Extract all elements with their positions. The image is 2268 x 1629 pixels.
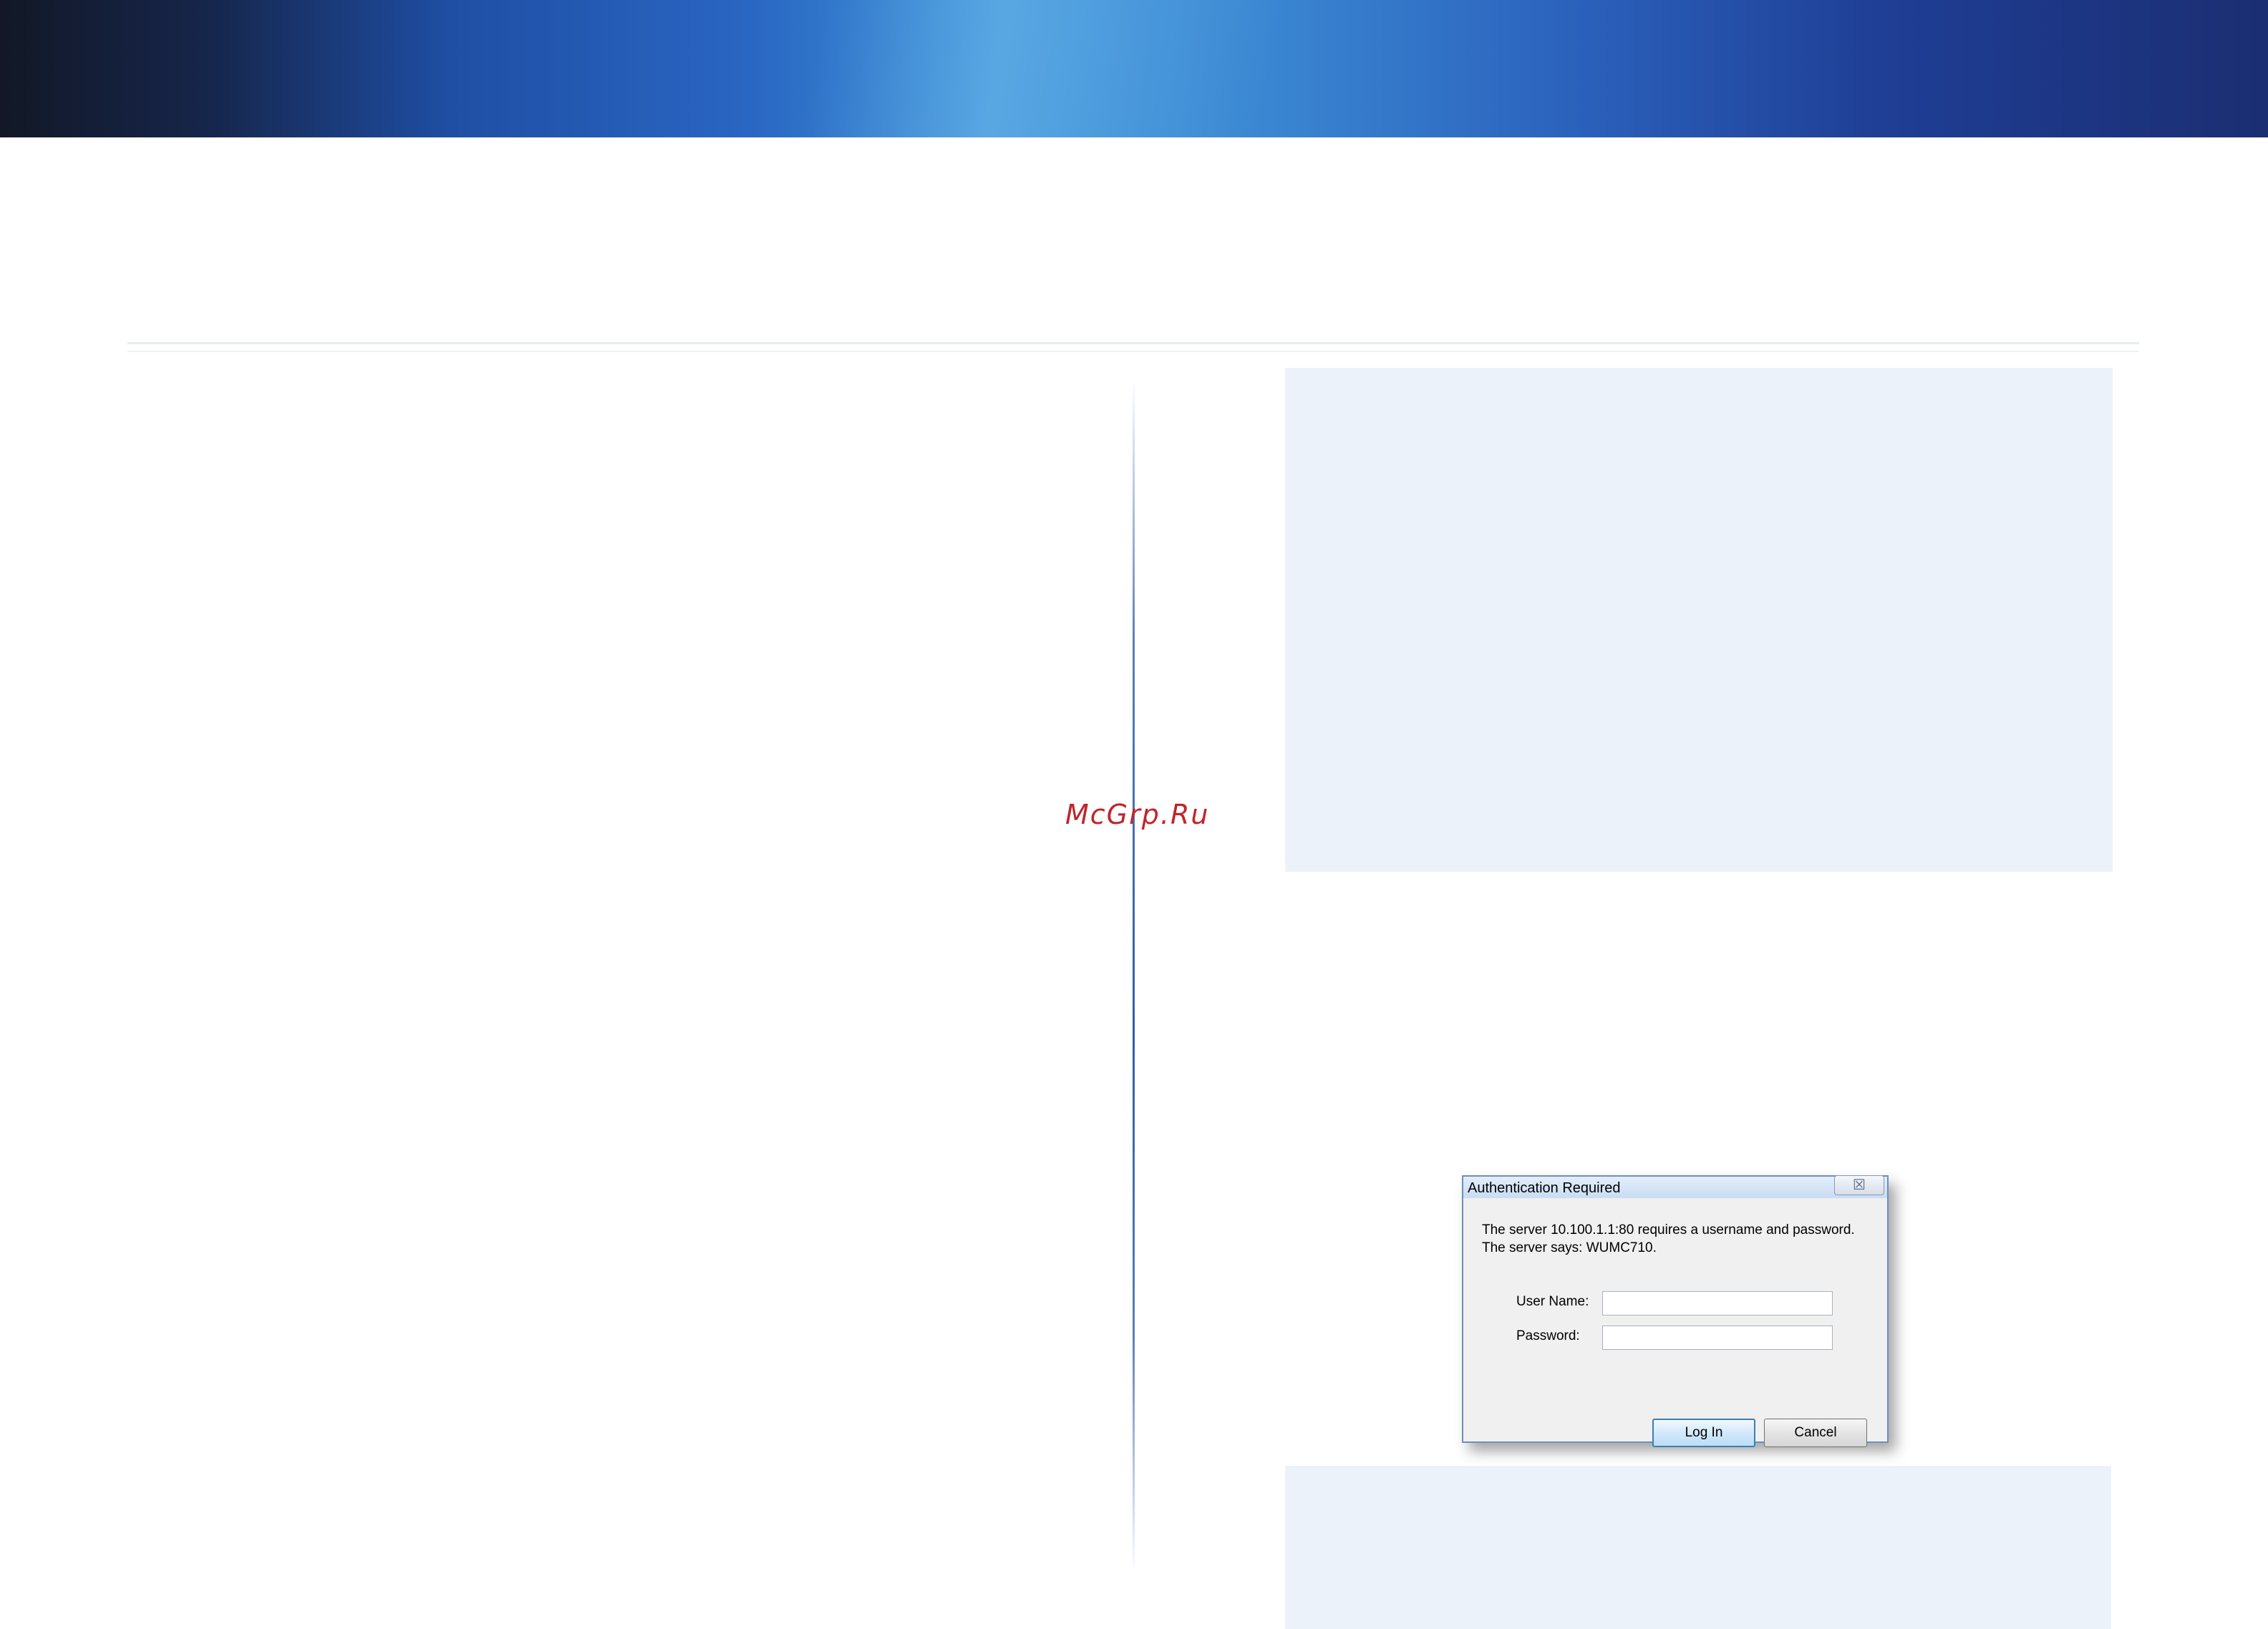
password-label: Password: xyxy=(1516,1328,1580,1343)
login-button[interactable]: Log In xyxy=(1652,1419,1755,1447)
authentication-dialog: Authentication Required ☒ The server 10.… xyxy=(1462,1175,1889,1447)
header-banner xyxy=(0,0,2268,137)
close-icon: ☒ xyxy=(1853,1177,1866,1193)
dialog-titlebar[interactable]: Authentication Required ☒ xyxy=(1463,1175,1887,1198)
dialog-body: The server 10.100.1.1:80 requires a user… xyxy=(1463,1198,1887,1447)
note-panel xyxy=(1285,368,2113,872)
password-input[interactable] xyxy=(1602,1326,1833,1350)
close-button[interactable]: ☒ xyxy=(1834,1175,1884,1195)
note-panel-bottom xyxy=(1285,1466,2111,1629)
cancel-button[interactable]: Cancel xyxy=(1764,1419,1867,1447)
column-divider xyxy=(1133,378,1135,1575)
header-divider-secondary xyxy=(127,351,2139,352)
username-input[interactable] xyxy=(1602,1291,1833,1316)
header-divider xyxy=(127,342,2139,344)
watermark-text: McGrp.Ru xyxy=(1065,799,1210,830)
username-label: User Name: xyxy=(1516,1294,1589,1309)
dialog-message: The server 10.100.1.1:80 requires a user… xyxy=(1482,1222,1855,1255)
dialog-title: Authentication Required xyxy=(1468,1180,1621,1196)
